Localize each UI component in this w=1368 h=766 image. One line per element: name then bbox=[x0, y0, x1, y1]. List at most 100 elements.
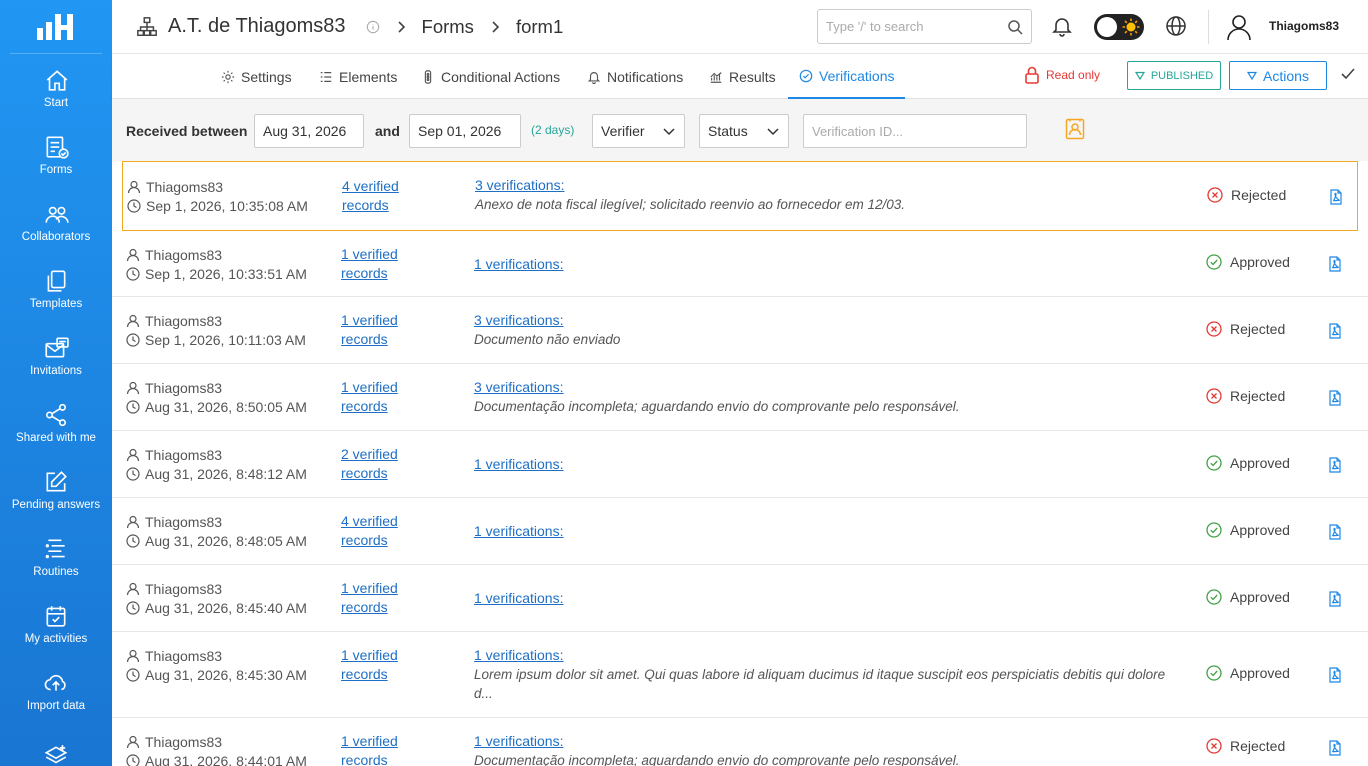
search-icon[interactable] bbox=[1007, 19, 1023, 35]
breadcrumb-forms[interactable]: Forms bbox=[422, 16, 474, 38]
verifications-link[interactable]: 1 verifications: bbox=[474, 732, 1184, 751]
rejected-icon bbox=[1206, 321, 1222, 337]
verified-records-link[interactable]: 1 verified records bbox=[341, 311, 431, 349]
pdf-file-icon[interactable] bbox=[1328, 390, 1342, 406]
breadcrumb-form[interactable]: form1 bbox=[516, 16, 563, 38]
table-row[interactable]: Thiagoms83 Aug 31, 2026, 8:45:30 AM 1 ve… bbox=[112, 632, 1368, 718]
verified-records-link[interactable]: 1 verified records bbox=[341, 732, 431, 766]
pdf-file-icon[interactable] bbox=[1329, 189, 1343, 205]
date-from-input[interactable]: Aug 31, 2026 bbox=[254, 114, 364, 148]
verifications-cell: 1 verifications: bbox=[474, 455, 1184, 474]
tab-results[interactable]: Results bbox=[709, 54, 776, 99]
sidebar-item-my-activities[interactable]: My activities bbox=[0, 590, 112, 657]
clock-icon bbox=[127, 198, 141, 213]
bell-icon[interactable] bbox=[1050, 14, 1074, 38]
date-to-input[interactable]: Sep 01, 2026 bbox=[409, 114, 521, 148]
verifications-link[interactable]: 1 verifications: bbox=[474, 455, 1184, 474]
verified-records-link[interactable]: 4 verified records bbox=[341, 512, 431, 550]
published-button[interactable]: PUBLISHED bbox=[1127, 61, 1221, 90]
username[interactable]: Thiagoms83 bbox=[1269, 19, 1339, 33]
sidebar-item-invitations[interactable]: Invitations bbox=[0, 322, 112, 389]
verifications-link[interactable]: 1 verifications: bbox=[474, 589, 1184, 608]
sidebar-item-more[interactable] bbox=[0, 724, 112, 766]
edit-icon bbox=[46, 470, 67, 491]
sidebar-item-import-data[interactable]: Import data bbox=[0, 657, 112, 724]
pdf-file-icon[interactable] bbox=[1328, 323, 1342, 339]
verifications-cell: 3 verifications: Documento não enviado bbox=[474, 311, 1184, 349]
verifications-link[interactable]: 3 verifications: bbox=[474, 311, 1184, 330]
verifier-label: Verifier bbox=[601, 123, 645, 139]
verifications-cell: 1 verifications: Lorem ipsum dolor sit a… bbox=[474, 646, 1184, 703]
pdf-file-icon[interactable] bbox=[1328, 457, 1342, 473]
verified-records-count: 4 verified bbox=[341, 513, 398, 529]
check-icon[interactable] bbox=[1340, 66, 1356, 82]
verifications-link[interactable]: 3 verifications: bbox=[475, 176, 1185, 195]
verified-records-link[interactable]: 1 verified records bbox=[341, 378, 431, 416]
pdf-file-icon[interactable] bbox=[1328, 740, 1342, 756]
sidebar-item-forms[interactable]: Forms bbox=[0, 121, 112, 188]
chart-icon bbox=[710, 71, 722, 83]
tab-elements[interactable]: Elements bbox=[319, 54, 397, 99]
pdf-file-icon[interactable] bbox=[1328, 524, 1342, 540]
tab-notifications[interactable]: Notifications bbox=[587, 54, 683, 99]
tab-conditional-actions[interactable]: Conditional Actions bbox=[421, 54, 560, 99]
table-row[interactable]: Thiagoms83 Aug 31, 2026, 8:50:05 AM 1 ve… bbox=[112, 364, 1368, 431]
verification-note: Documentação incompleta; aguardando envi… bbox=[474, 399, 960, 414]
globe-icon[interactable] bbox=[1164, 14, 1188, 38]
verified-records-count: 1 verified bbox=[341, 312, 398, 328]
pdf-file-icon[interactable] bbox=[1328, 591, 1342, 607]
verifications-link[interactable]: 1 verifications: bbox=[474, 646, 1184, 665]
check-circle-icon bbox=[799, 69, 813, 82]
verified-records-link[interactable]: 2 verified records bbox=[341, 445, 431, 483]
pdf-file-icon[interactable] bbox=[1328, 256, 1342, 272]
submitter-cell: Thiagoms83 Aug 31, 2026, 8:44:01 AM bbox=[126, 732, 307, 766]
copy-icon bbox=[47, 269, 66, 292]
sidebar-item-collaborators[interactable]: Collaborators bbox=[0, 188, 112, 255]
app-logo[interactable] bbox=[10, 0, 102, 54]
table-row[interactable]: Thiagoms83 Aug 31, 2026, 8:44:01 AM 1 ve… bbox=[112, 718, 1368, 766]
table-row[interactable]: Thiagoms83 Sep 1, 2026, 10:11:03 AM 1 ve… bbox=[112, 297, 1368, 364]
verifications-link[interactable]: 1 verifications: bbox=[474, 522, 1184, 541]
theme-toggle[interactable] bbox=[1094, 14, 1144, 40]
verifications-link[interactable]: 3 verifications: bbox=[474, 378, 1184, 397]
header-divider bbox=[1208, 10, 1209, 44]
table-row[interactable]: Thiagoms83 Sep 1, 2026, 10:35:08 AM 4 ve… bbox=[122, 161, 1358, 231]
search-input[interactable] bbox=[826, 19, 1007, 34]
contact-card-icon[interactable] bbox=[1065, 118, 1085, 140]
sidebar-item-routines[interactable]: Routines bbox=[0, 523, 112, 590]
table-row[interactable]: Thiagoms83 Sep 1, 2026, 10:33:51 AM 1 ve… bbox=[112, 231, 1368, 297]
sidebar-item-shared-with-me[interactable]: Shared with me bbox=[0, 389, 112, 456]
user-avatar-icon[interactable] bbox=[1226, 13, 1252, 41]
sidebar-item-start[interactable]: Start bbox=[0, 54, 112, 121]
table-row[interactable]: Thiagoms83 Aug 31, 2026, 8:48:12 AM 2 ve… bbox=[112, 431, 1368, 498]
share-icon bbox=[45, 403, 67, 426]
verifier-select[interactable]: Verifier bbox=[592, 114, 685, 148]
tab-settings[interactable]: Settings bbox=[221, 54, 292, 99]
status-text: Approved bbox=[1230, 665, 1290, 681]
verification-id-input[interactable]: Verification ID... bbox=[803, 114, 1027, 148]
submission-time: Aug 31, 2026, 8:45:30 AM bbox=[145, 666, 307, 683]
pdf-file-icon[interactable] bbox=[1328, 667, 1342, 683]
sidebar-item-label: Routines bbox=[33, 565, 79, 578]
chevron-right-icon bbox=[397, 20, 405, 33]
verified-records-link[interactable]: 1 verified records bbox=[341, 646, 431, 684]
status-label: Status bbox=[708, 123, 748, 139]
submitter-name: Thiagoms83 bbox=[145, 733, 223, 750]
users-icon bbox=[45, 206, 69, 223]
sidebar-item-pending-answers[interactable]: Pending answers bbox=[0, 456, 112, 523]
sidebar-item-templates[interactable]: Templates bbox=[0, 255, 112, 322]
info-icon[interactable] bbox=[366, 20, 380, 34]
organization-name[interactable]: A.T. de Thiagoms83 bbox=[168, 15, 346, 38]
status-select[interactable]: Status bbox=[699, 114, 789, 148]
verified-records-link[interactable]: 1 verified records bbox=[341, 579, 431, 617]
actions-button[interactable]: Actions bbox=[1229, 61, 1327, 90]
verified-records-link[interactable]: 1 verified records bbox=[341, 245, 431, 283]
submitter-cell: Thiagoms83 Aug 31, 2026, 8:45:40 AM bbox=[126, 579, 307, 617]
submitter-cell: Thiagoms83 Sep 1, 2026, 10:33:51 AM bbox=[126, 245, 307, 283]
table-row[interactable]: Thiagoms83 Aug 31, 2026, 8:45:40 AM 1 ve… bbox=[112, 565, 1368, 632]
table-row[interactable]: Thiagoms83 Aug 31, 2026, 8:48:05 AM 4 ve… bbox=[112, 498, 1368, 565]
tab-verifications[interactable]: Verifications bbox=[788, 54, 906, 99]
verified-records-link[interactable]: 4 verified records bbox=[342, 177, 432, 215]
submitter-name: Thiagoms83 bbox=[145, 379, 223, 396]
verifications-link[interactable]: 1 verifications: bbox=[474, 255, 1184, 274]
